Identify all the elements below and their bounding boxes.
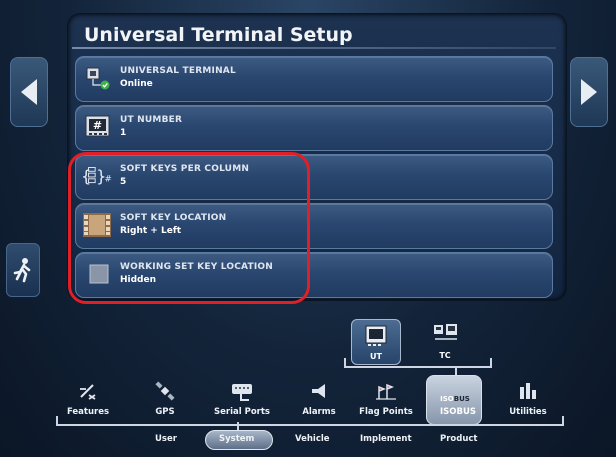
- subtab-implement[interactable]: Implement: [360, 434, 412, 444]
- category-gps[interactable]: GPS: [135, 377, 195, 421]
- svg-text:#: #: [93, 119, 102, 132]
- tab-connector: [344, 366, 492, 368]
- flag-points-icon: [376, 383, 396, 400]
- terminal-icon: [365, 325, 387, 346]
- category-label: Serial Ports: [214, 407, 270, 417]
- task-controller-icon: [434, 324, 457, 340]
- category-baseline: [56, 424, 564, 426]
- page-title: Universal Terminal Setup: [84, 24, 353, 46]
- category-isobus[interactable]: ISOBUS ISOBUS: [426, 375, 488, 425]
- row-universal-terminal[interactable]: UNIVERSAL TERMINAL Online: [75, 56, 553, 102]
- title-divider: [72, 47, 556, 49]
- number-hash-icon: #: [85, 115, 110, 137]
- row-label: UT NUMBER: [120, 115, 183, 125]
- category-label: Flag Points: [359, 407, 413, 417]
- category-baseline: [562, 416, 564, 426]
- category-utilities[interactable]: Utilities: [498, 377, 558, 421]
- arrow-left-icon: [21, 79, 37, 105]
- category-serial-ports[interactable]: Serial Ports: [212, 377, 272, 421]
- run-screen-button[interactable]: [6, 243, 40, 297]
- features-icon: [80, 384, 96, 400]
- tab-label: UT: [370, 352, 382, 361]
- row-ut-number[interactable]: # UT NUMBER 1: [75, 105, 553, 151]
- row-value: 1: [120, 128, 127, 138]
- category-alarms[interactable]: Alarms: [289, 377, 349, 421]
- subtab-user[interactable]: User: [155, 434, 177, 444]
- isobus-logo-icon: ISOBUS: [440, 395, 470, 403]
- serial-port-icon: [232, 384, 252, 401]
- terminal-online-icon: [86, 67, 110, 90]
- next-page-button[interactable]: [570, 57, 608, 127]
- subtab-product[interactable]: Product: [440, 434, 478, 444]
- subtab-system[interactable]: System: [219, 434, 254, 444]
- row-label: UNIVERSAL TERMINAL: [120, 66, 236, 76]
- subtab-vehicle[interactable]: Vehicle: [295, 434, 330, 444]
- tab-label: TC: [439, 351, 451, 360]
- tab-connector: [490, 358, 492, 368]
- tab-connector: [344, 358, 346, 368]
- previous-page-button[interactable]: [10, 57, 48, 127]
- category-label: ISOBUS: [439, 407, 476, 417]
- category-label: GPS: [155, 407, 175, 417]
- highlight-annotation: [68, 152, 310, 304]
- alarm-horn-icon: [312, 384, 325, 398]
- arrow-right-icon: [581, 79, 597, 105]
- category-label: Utilities: [509, 407, 547, 417]
- running-man-icon: [13, 258, 31, 283]
- category-label: Features: [66, 407, 110, 417]
- tab-tc[interactable]: TC: [421, 319, 469, 363]
- row-value: Online: [120, 79, 153, 89]
- utilities-icon: [520, 383, 536, 399]
- category-features[interactable]: Features: [58, 377, 118, 421]
- satellite-icon: [155, 381, 175, 401]
- tab-ut[interactable]: UT: [351, 319, 401, 365]
- category-flag-points[interactable]: Flag Points: [356, 377, 416, 421]
- category-baseline: [56, 416, 58, 426]
